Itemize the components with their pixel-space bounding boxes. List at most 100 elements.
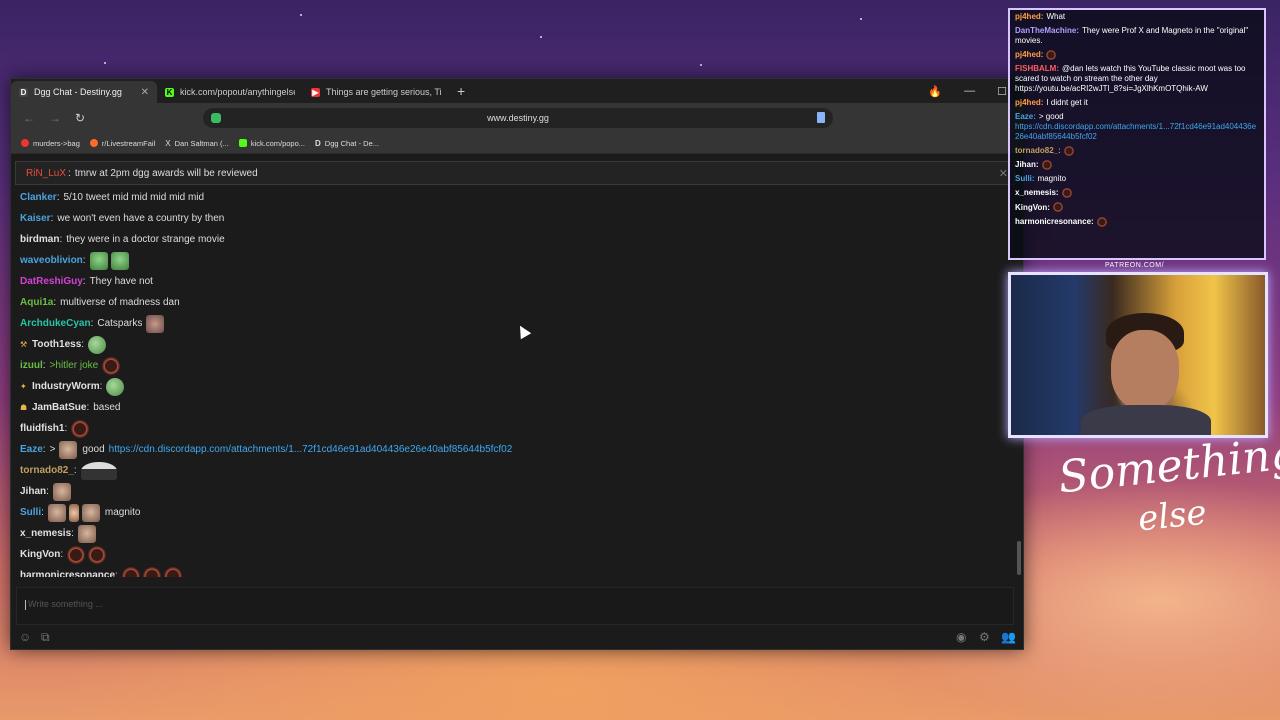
chat-username[interactable]: birdman — [20, 234, 59, 245]
separator: : — [64, 423, 68, 434]
minimize-icon[interactable]: — — [964, 85, 975, 97]
overlay-username: harmonicresonance: — [1015, 216, 1094, 226]
scrollbar[interactable] — [1017, 541, 1021, 575]
emote-face-icon[interactable] — [81, 503, 100, 522]
chat-username[interactable]: izuul — [20, 360, 43, 371]
bookmarks-bar: murders->bag r/LivestreamFail X Dan Saltm… — [11, 133, 1023, 154]
chat-message: Jihan: — [11, 481, 1019, 502]
whisper-icon[interactable]: ⧉ — [41, 630, 50, 645]
close-icon[interactable]: ✕ — [999, 167, 1008, 180]
chat-username[interactable]: Sulli — [20, 507, 41, 518]
chat-input[interactable]: Write something ... — [16, 587, 1014, 625]
chat-username[interactable]: tornado82_ — [20, 465, 74, 476]
chat-username[interactable]: harmonicresonance — [20, 570, 115, 577]
browser-window: D Dgg Chat - Destiny.gg ✕ K kick.com/pop… — [10, 78, 1024, 650]
patreon-label: PATREON.COM/ — [1105, 262, 1165, 269]
bookmark-dan-saltman[interactable]: X Dan Saltman (... — [165, 139, 229, 148]
chat-username[interactable]: ArchdukeCyan — [20, 318, 91, 329]
overlay-username: Eaze: — [1015, 112, 1036, 122]
separator: : — [71, 528, 74, 539]
chat-text: > — [49, 444, 56, 455]
chat-username[interactable]: x_nemesis — [20, 528, 71, 539]
emote-pepe-icon[interactable] — [110, 251, 129, 270]
chat-username[interactable]: waveoblivion — [20, 255, 83, 266]
chat-username[interactable]: DatReshiGuy — [20, 276, 83, 287]
bookmark-label: murders->bag — [33, 138, 80, 148]
forward-icon[interactable]: → — [49, 111, 61, 125]
emote-cat-icon[interactable] — [146, 314, 165, 333]
emote-face-icon[interactable] — [47, 503, 66, 522]
bookmark-lsf[interactable]: r/LivestreamFail — [89, 139, 155, 148]
maximize-icon[interactable]: ☐ — [997, 85, 1007, 98]
chat-link[interactable]: https://cdn.discordapp.com/attachments/1… — [109, 444, 513, 455]
separator: : — [53, 297, 57, 308]
overlay-chat-line: x_nemesis: — [1010, 186, 1264, 200]
tab-dgg-chat[interactable]: D Dgg Chat - Destiny.gg ✕ — [11, 81, 157, 103]
bookmark-murders[interactable]: murders->bag — [21, 139, 80, 148]
chat-message: Clanker:5/10 tweet mid mid mid mid mid — [11, 187, 1019, 208]
pinned-user[interactable]: RiN_LuX — [26, 168, 66, 179]
user-badge-icon: ☗ — [20, 402, 28, 412]
emote-hand-icon[interactable] — [68, 503, 79, 522]
overlay-chat-line: Sulli: magnito — [1010, 172, 1264, 186]
emote-man-icon[interactable] — [80, 461, 117, 480]
separator: : — [42, 360, 46, 371]
chat-text: Catsparks — [97, 318, 143, 329]
emote-icon[interactable]: ☺ — [19, 630, 31, 644]
bookmark-label: Dgg Chat - De... — [324, 138, 379, 148]
chat-username[interactable]: Tooth1ess — [32, 339, 81, 350]
emote-frog-icon[interactable] — [106, 377, 125, 396]
chat-text: 5/10 tweet mid mid mid mid mid — [63, 192, 205, 203]
overlay-username: tornado82_: — [1015, 146, 1061, 156]
emote-face-icon[interactable] — [52, 482, 71, 501]
emote-ball-icon[interactable] — [121, 566, 140, 577]
overlay-username: Sulli: — [1015, 174, 1035, 184]
bookmark-kick[interactable]: kick.com/popo... — [238, 139, 305, 148]
chat-username[interactable]: Eaze — [20, 444, 43, 455]
emote-ball-icon[interactable] — [67, 545, 86, 564]
overlay-username: pj4hed: — [1015, 12, 1044, 21]
chat-username[interactable]: Jihan — [20, 486, 46, 497]
shield-icon[interactable] — [211, 113, 221, 123]
chat-username[interactable]: Kaiser — [20, 213, 51, 224]
users-icon[interactable]: 👥 — [1001, 630, 1016, 644]
chat-message: harmonicresonance: — [11, 565, 1019, 577]
chat-username[interactable]: Aqui1a — [20, 297, 53, 308]
chat-username[interactable]: JamBatSue — [32, 402, 86, 413]
emote-ball-icon[interactable] — [102, 356, 121, 375]
emote-pepe-icon[interactable] — [89, 251, 108, 270]
flame-icon[interactable]: 🔥 — [928, 85, 942, 98]
gear-icon[interactable]: ⚙ — [979, 630, 990, 644]
emote-ball-icon[interactable] — [88, 545, 107, 564]
user-badge-icon: ⚒ — [20, 339, 28, 349]
overlay-chat-line: pj4hed: What — [1010, 10, 1264, 24]
overlay-chat-line: tornado82_: — [1010, 144, 1264, 158]
emote-face-icon[interactable] — [59, 440, 78, 459]
chat-username[interactable]: KingVon — [20, 549, 60, 560]
chat-text: good — [82, 444, 105, 455]
separator: : — [59, 234, 63, 245]
emote-ball-icon[interactable] — [71, 419, 90, 438]
chat-text: They have not — [89, 276, 153, 287]
emote-face-icon[interactable] — [77, 524, 96, 543]
chat-username[interactable]: fluidfish1 — [20, 423, 64, 434]
address-bar[interactable]: www.destiny.gg — [203, 108, 833, 128]
brand-line-1: Something — [1055, 427, 1280, 504]
emote-frog-icon[interactable] — [88, 335, 107, 354]
brand-logo: Something else — [1056, 428, 1280, 550]
emote-ball-icon[interactable] — [142, 566, 161, 577]
chat-username[interactable]: Clanker — [20, 192, 57, 203]
tab-youtube[interactable]: ▶ Things are getting serious, Tim Wa — [303, 81, 449, 103]
bookmark-dgg[interactable]: D Dgg Chat - De... — [315, 139, 379, 148]
overlay-username: KingVon: — [1015, 202, 1050, 212]
reload-icon[interactable]: ↻ — [75, 111, 85, 125]
eye-icon[interactable]: ◉ — [956, 630, 966, 644]
chat-username[interactable]: IndustryWorm — [32, 381, 100, 392]
close-tab-icon[interactable]: ✕ — [141, 87, 149, 98]
new-tab-button[interactable]: + — [449, 83, 473, 103]
bookmark-icon[interactable] — [817, 112, 825, 123]
back-icon[interactable]: ← — [23, 111, 35, 125]
tab-kick-chat[interactable]: K kick.com/popout/anythingelse/chat — [157, 81, 303, 103]
separator: : — [50, 213, 54, 224]
emote-ball-icon[interactable] — [163, 566, 182, 577]
